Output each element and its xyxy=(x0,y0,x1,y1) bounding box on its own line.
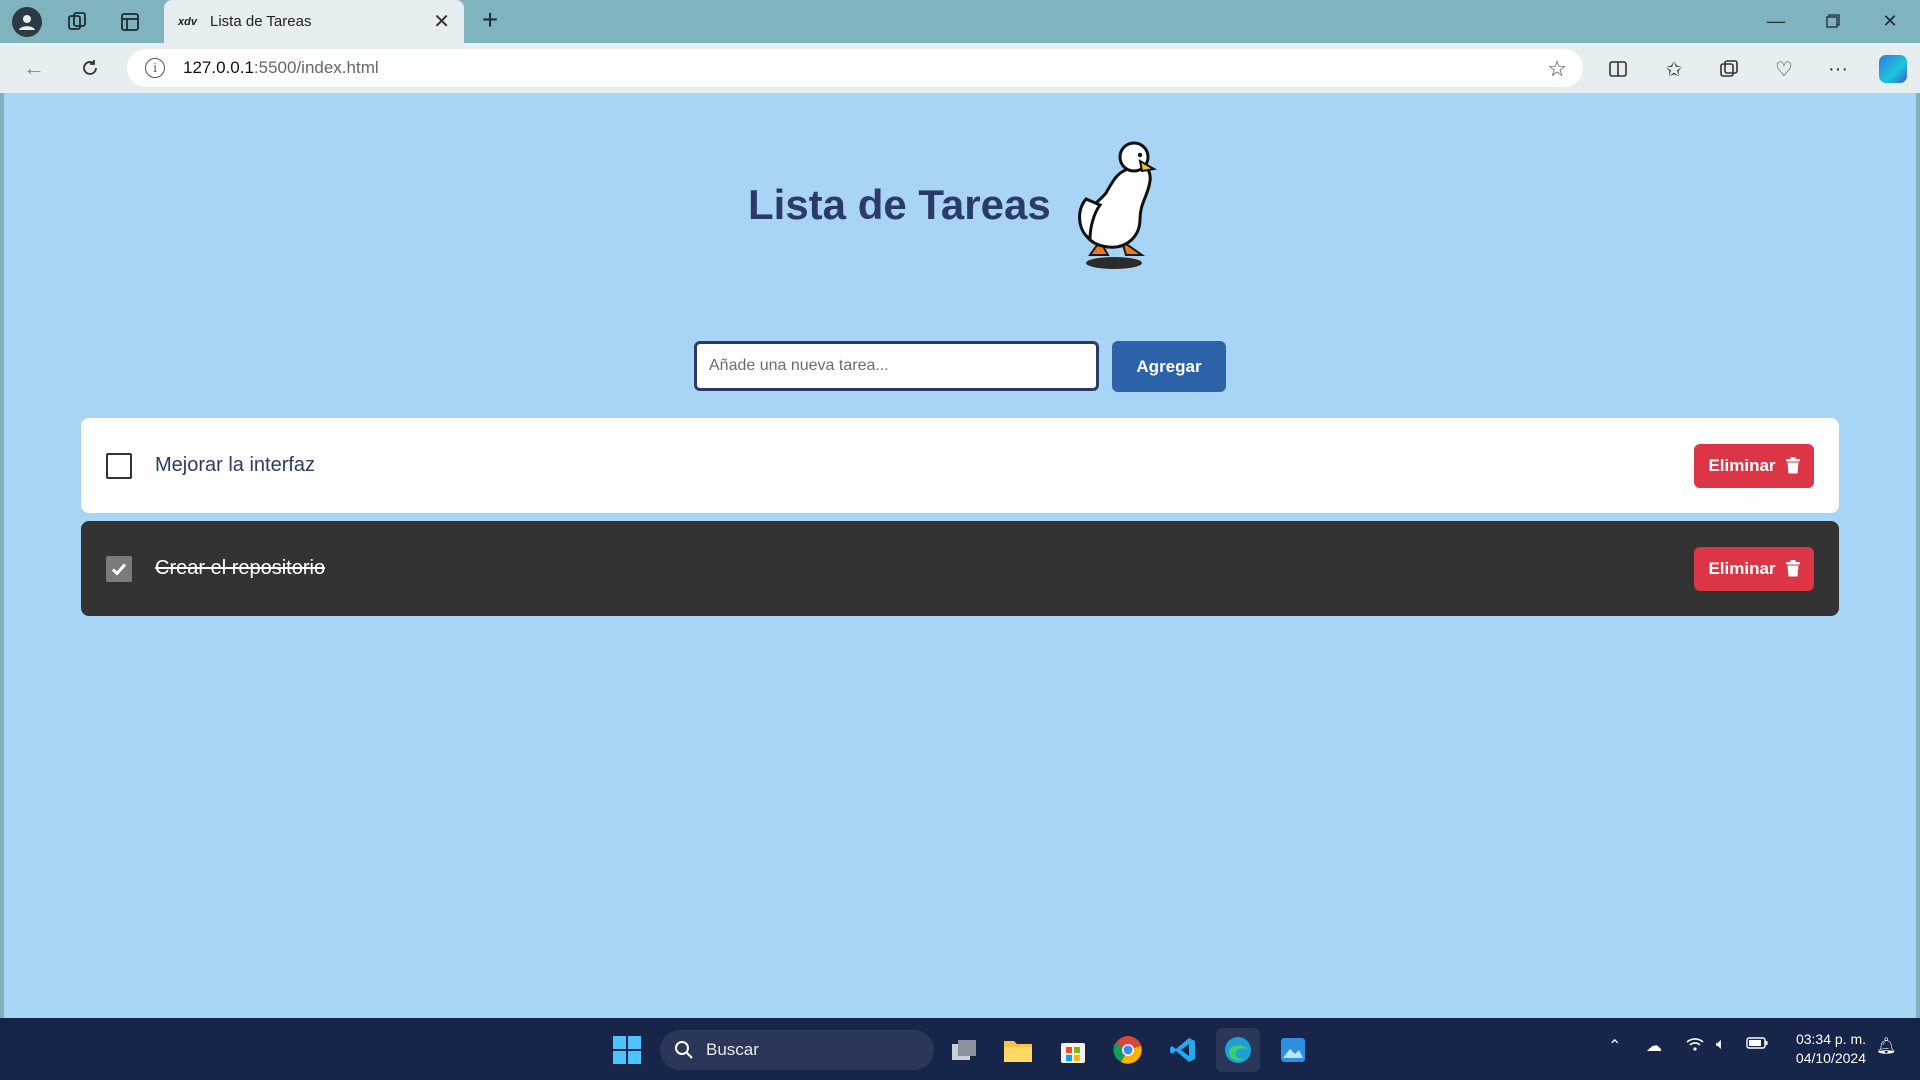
site-info-icon[interactable]: i xyxy=(145,58,165,78)
browser-essentials-icon[interactable]: ♡ xyxy=(1766,52,1802,86)
task-view-icon[interactable] xyxy=(942,1028,986,1072)
taskbar-search[interactable]: Buscar xyxy=(660,1030,934,1070)
task-checkbox[interactable] xyxy=(106,452,132,479)
favorites-icon[interactable]: ✩ xyxy=(1656,52,1692,86)
new-task-input[interactable] xyxy=(694,341,1099,391)
task-text: Mejorar la interfaz xyxy=(155,454,316,476)
restore-icon[interactable] xyxy=(1805,6,1861,36)
wifi-icon[interactable] xyxy=(1686,1036,1704,1057)
start-button-icon[interactable] xyxy=(605,1028,649,1072)
file-explorer-icon[interactable] xyxy=(996,1028,1040,1072)
delete-task-button[interactable]: Eliminar xyxy=(1694,443,1814,488)
close-window-icon[interactable]: ✕ xyxy=(1862,6,1918,36)
trash-icon xyxy=(1785,560,1800,577)
task-item: Mejorar la interfaz Eliminar xyxy=(81,418,1839,513)
add-task-form: Agregar xyxy=(4,341,1916,393)
more-options-icon[interactable]: ··· xyxy=(1820,52,1856,86)
add-task-button[interactable]: Agregar xyxy=(1112,341,1226,392)
microsoft-store-icon[interactable] xyxy=(1051,1028,1095,1072)
app-header: Lista de Tareas xyxy=(4,93,1916,293)
tab-title: Lista de Tareas xyxy=(210,13,312,30)
profile-button[interactable] xyxy=(7,7,47,37)
search-label: Buscar xyxy=(706,1040,759,1059)
clock-time: 03:34 p. m. xyxy=(1795,1031,1866,1047)
duck-image xyxy=(1078,141,1157,269)
volume-icon[interactable]: 🔈︎ xyxy=(1716,1036,1726,1054)
task-item-completed: Crear el repositorio Eliminar xyxy=(81,521,1839,616)
browser-tab-strip: xdv Lista de Tareas ✕ + — ✕ xyxy=(0,0,1920,43)
page-body: Lista de Tareas Agregar Mejorar la inter… xyxy=(4,93,1916,1018)
split-screen-icon[interactable] xyxy=(1600,52,1636,86)
browser-toolbar: ← i 127.0.0.1:5500/index.html ☆ ✩ ♡ ··· xyxy=(0,43,1920,93)
page-title: Lista de Tareas xyxy=(748,181,1051,228)
favorite-star-icon[interactable]: ☆ xyxy=(1547,56,1567,82)
new-tab-button[interactable]: + xyxy=(470,4,510,36)
profile-icon xyxy=(12,7,42,37)
task-text: Crear el repositorio xyxy=(155,557,326,579)
checkmark-icon xyxy=(111,563,127,576)
search-icon xyxy=(675,1041,693,1059)
chrome-icon[interactable] xyxy=(1106,1028,1150,1072)
delete-label: Eliminar xyxy=(1708,558,1776,578)
windows-taskbar: Buscar ⌃ ☁ 🔈︎ 03:34 p. m. 04/10/2024 🔔︎ xyxy=(0,1018,1920,1080)
delete-label: Eliminar xyxy=(1708,455,1776,475)
battery-icon[interactable] xyxy=(1746,1036,1768,1054)
back-icon[interactable]: ← xyxy=(16,51,52,85)
show-hidden-icons-icon[interactable]: ⌃ xyxy=(1608,1036,1621,1056)
photos-icon[interactable] xyxy=(1271,1028,1315,1072)
notifications-bell-icon[interactable]: 🔔︎ xyxy=(1876,1036,1896,1056)
tab-actions-icon[interactable] xyxy=(110,7,150,37)
edge-icon[interactable] xyxy=(1216,1028,1260,1072)
trash-icon xyxy=(1785,457,1800,474)
browser-tab-active[interactable]: xdv Lista de Tareas ✕ xyxy=(164,0,464,43)
onedrive-icon[interactable]: ☁ xyxy=(1646,1036,1662,1056)
copilot-icon[interactable] xyxy=(1875,52,1911,86)
reload-icon[interactable] xyxy=(72,51,108,85)
tab-favicon: xdv xyxy=(178,15,197,28)
minimize-icon[interactable]: — xyxy=(1748,6,1804,36)
task-checkbox-checked[interactable] xyxy=(106,555,132,582)
close-tab-icon[interactable]: ✕ xyxy=(433,9,450,34)
vscode-icon[interactable] xyxy=(1161,1028,1205,1072)
workspaces-icon[interactable] xyxy=(57,7,97,37)
delete-task-button[interactable]: Eliminar xyxy=(1694,546,1814,591)
url-text: 127.0.0.1:5500/index.html xyxy=(183,58,379,77)
clock-date: 04/10/2024 xyxy=(1795,1050,1866,1066)
collections-icon[interactable] xyxy=(1711,52,1747,86)
address-bar[interactable]: i 127.0.0.1:5500/index.html ☆ xyxy=(127,49,1583,87)
taskbar-clock[interactable]: 03:34 p. m. 04/10/2024 xyxy=(1780,1030,1866,1068)
